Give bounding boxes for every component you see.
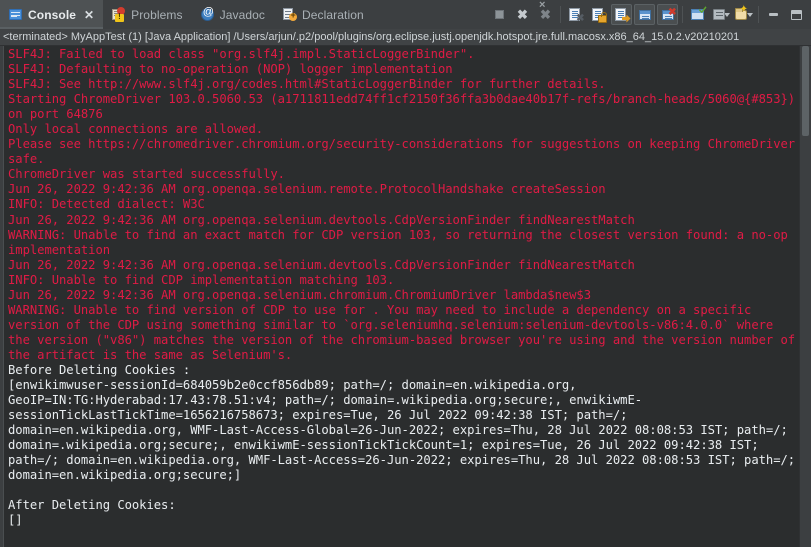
toolbar-separator-2: [682, 6, 683, 23]
console-output[interactable]: SLF4J: Failed to load class "org.slf4j.i…: [4, 46, 799, 547]
console-line: [enwikimwuser-sessionId=684059b2e0ccf856…: [8, 378, 577, 393]
console-line: domain=en.wikipedia.org;secure;]: [8, 468, 242, 483]
console-line: safe.: [8, 152, 45, 167]
open-console-button[interactable]: ✦: [733, 4, 754, 25]
word-wrap-button[interactable]: [611, 4, 632, 25]
console-line: Please see https://chromedriver.chromium…: [8, 137, 796, 152]
problems-icon: [111, 7, 126, 22]
console-line: on port 64876: [8, 107, 103, 122]
console-line: the artifact is the same as Selenium's.: [8, 347, 293, 362]
scroll-lock-icon: [591, 7, 607, 23]
console-line: WARNING: Unable to find an exact match f…: [8, 227, 788, 242]
standard-out-icon: [637, 7, 653, 23]
console-line: []: [8, 513, 23, 528]
view-tab-bar: Console ✕ Problems Javadoc Declaration: [0, 0, 811, 29]
standard-error-icon: ✖: [660, 7, 677, 23]
console-line: Jun 26, 2022 9:42:36 AM org.openqa.selen…: [8, 182, 606, 197]
tab-problems[interactable]: Problems: [103, 0, 191, 29]
tab-list: Console ✕ Problems Javadoc Declaration: [0, 0, 373, 29]
console-scrollbar[interactable]: [799, 46, 811, 547]
scroll-lock-button[interactable]: [588, 4, 609, 25]
tab-javadoc[interactable]: Javadoc: [192, 0, 274, 29]
toolbar-separator-3: [758, 6, 759, 23]
show-console-on-output-button[interactable]: [634, 4, 655, 25]
console-line: Before Deleting Cookies :: [8, 362, 191, 377]
console-icon: [8, 7, 23, 22]
launch-status-line: <terminated> MyAppTest (1) [Java Applica…: [0, 29, 811, 46]
console-line: After Deleting Cookies:: [8, 498, 176, 513]
declaration-icon: [282, 7, 297, 22]
remove-all-terminated-button[interactable]: ✖: [535, 4, 556, 25]
console-line: ChromeDriver was started successfully.: [8, 167, 285, 182]
console-line: WARNING: Unable to find version of CDP t…: [8, 302, 752, 317]
remove-launch-button[interactable]: ✖: [512, 4, 533, 25]
terminate-button[interactable]: [489, 4, 510, 25]
tab-javadoc-label: Javadoc: [219, 7, 265, 22]
word-wrap-icon: [614, 7, 631, 23]
tab-declaration-label: Declaration: [302, 7, 364, 22]
display-selected-console-button[interactable]: [710, 4, 731, 25]
minimize-icon: [769, 13, 778, 16]
pin-console-button[interactable]: [687, 4, 708, 25]
console-line: SLF4J: Defaulting to no-operation (NOP) …: [8, 62, 453, 77]
display-console-icon: [711, 7, 725, 23]
console-line: Jun 26, 2022 9:42:36 AM org.openqa.selen…: [8, 257, 635, 272]
maximize-icon: [791, 9, 802, 20]
console-line: Jun 26, 2022 9:42:36 AM org.openqa.selen…: [8, 212, 635, 227]
clear-console-icon: ✖: [568, 7, 585, 23]
maximize-button[interactable]: [786, 4, 807, 25]
tab-declaration[interactable]: Declaration: [274, 0, 373, 29]
console-line: SLF4J: See http://www.slf4j.org/codes.ht…: [8, 77, 606, 92]
stop-square-icon: [495, 10, 504, 19]
console-line: domain=en.wikipedia.org, WMF-Last-Access…: [8, 423, 788, 438]
clear-console-button[interactable]: ✖: [565, 4, 586, 25]
console-line: Starting ChromeDriver 103.0.5060.53 (a17…: [8, 92, 796, 107]
close-x-icon: ✖: [517, 7, 528, 22]
show-console-on-error-button[interactable]: ✖: [657, 4, 678, 25]
close-all-x-icon: ✖: [540, 8, 551, 21]
console-line: INFO: Unable to find CDP implementation …: [8, 272, 395, 287]
console-line: Only local connections are allowed.: [8, 122, 264, 137]
console-toolbar: ✖ ✖ ✖: [488, 0, 811, 29]
open-console-icon: ✦: [734, 4, 748, 23]
tab-console-label: Console: [28, 7, 77, 22]
javadoc-icon: [200, 6, 215, 22]
console-area: SLF4J: Failed to load class "org.slf4j.i…: [0, 46, 811, 547]
toolbar-separator: [560, 6, 561, 23]
console-line: domain=.wikipedia.org;secure;, enwikiwmE…: [8, 438, 759, 453]
console-line: implementation: [8, 242, 111, 257]
tab-problems-label: Problems: [131, 7, 183, 22]
pin-console-icon: [690, 6, 707, 23]
console-line: GeoIP=IN:TG:Hyderabad:17.43:78.51:v4; pa…: [8, 393, 643, 408]
minimize-button[interactable]: [763, 4, 784, 25]
console-line: SLF4J: Failed to load class "org.slf4j.i…: [8, 47, 475, 61]
console-line: version of the CDP using something simil…: [8, 317, 774, 332]
tab-console[interactable]: Console ✕: [0, 0, 104, 29]
console-line: INFO: Detected dialect: W3C: [8, 197, 205, 212]
console-line: sessionTickLastTickTime=1656216758673; e…: [8, 408, 628, 423]
console-line: Jun 26, 2022 9:42:36 AM org.openqa.selen…: [8, 287, 592, 302]
close-icon[interactable]: ✕: [84, 9, 94, 21]
console-line: path=/; domain=en.wikipedia.org, WMF-Las…: [8, 453, 796, 468]
console-line: the version ("v86") matches the version …: [8, 332, 796, 347]
eclipse-console-view: Console ✕ Problems Javadoc Declaration: [0, 0, 811, 547]
